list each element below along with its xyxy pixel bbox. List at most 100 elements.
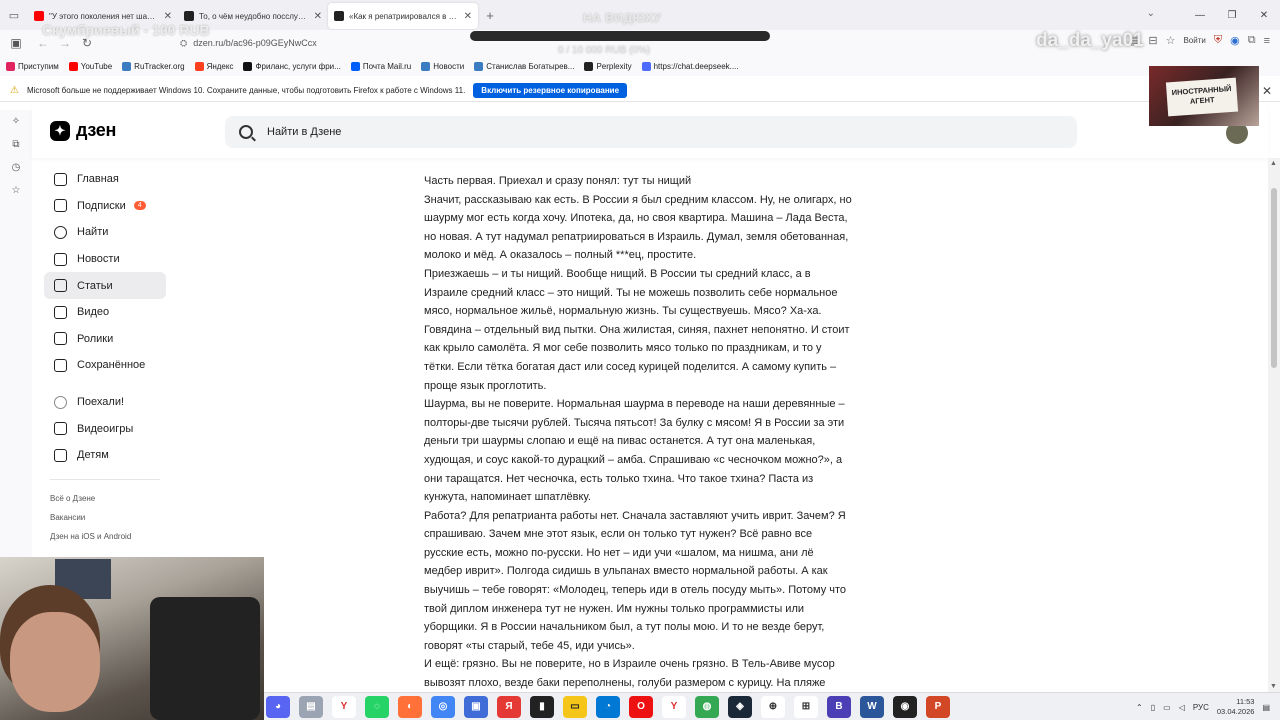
tray-usb-icon[interactable]: ▯ [1151, 703, 1155, 712]
tray-volume-icon[interactable]: ◁ [1179, 703, 1185, 712]
edge-icon[interactable]: ◔ [596, 695, 620, 718]
folder-icon[interactable]: ▭ [563, 695, 587, 718]
forward-icon[interactable]: → [54, 36, 76, 50]
article-body: Часть первая. Приехал и сразу понял: тут… [424, 150, 854, 693]
bookmark-icon [54, 358, 67, 372]
minimize-icon[interactable]: — [1184, 0, 1216, 30]
maximize-icon[interactable]: ❐ [1216, 0, 1248, 30]
article-paragraph: Значит, рассказываю как есть. В России я… [424, 193, 852, 262]
scroll-down-icon[interactable]: ▼ [1270, 683, 1277, 690]
extension-shield-icon[interactable]: ⛨ [1214, 34, 1222, 47]
enable-backup-button[interactable]: Включить резервное копирование [473, 83, 628, 98]
bookmark-item[interactable]: https://chat.deepseek.... [641, 61, 739, 71]
yandex-browser-icon[interactable]: Y [662, 695, 686, 718]
bookmarks-icon[interactable]: ☆ [12, 185, 21, 196]
ai-chat-icon[interactable]: ✧ [12, 116, 20, 127]
site-info-icon[interactable]: ⛭ [180, 38, 187, 49]
bookmark-item[interactable]: Станислав Богатырев... [474, 61, 574, 71]
extension-vpn-icon[interactable]: ◉ [1230, 34, 1240, 47]
close-tab-icon[interactable]: ✕ [314, 11, 322, 22]
file-explorer-icon[interactable]: ▤ [299, 695, 323, 718]
deepseek-icon [641, 61, 651, 71]
nav-item-shorts[interactable]: Ролики [44, 326, 166, 353]
bookmark-star-icon[interactable]: ☆ [1166, 34, 1176, 47]
nav-item-subscriptions[interactable]: Подписки 4 [44, 193, 166, 220]
rutracker-icon [122, 61, 132, 71]
chrome-icon[interactable]: ◎ [431, 695, 455, 718]
nav-item-poehali[interactable]: Поехали! [44, 389, 166, 416]
bookmark-item[interactable]: Perplexity [584, 61, 632, 71]
discord-icon[interactable]: ◕ [266, 695, 290, 718]
sidebar-toggle-icon[interactable]: ▣ [0, 36, 32, 50]
steam-icon[interactable]: ◈ [728, 695, 752, 718]
scroll-up-icon[interactable]: ▲ [1270, 160, 1277, 167]
close-tab-icon[interactable]: ✕ [164, 11, 172, 22]
history-icon[interactable]: ◷ [12, 162, 21, 173]
kwork-icon [243, 61, 253, 71]
reload-icon[interactable]: ↻ [76, 36, 98, 50]
tray-language[interactable]: РУС [1193, 703, 1209, 712]
bookmark-item[interactable]: Почта Mail.ru [350, 61, 411, 71]
opera-icon[interactable]: O [629, 695, 653, 718]
bookmark-item[interactable]: YouTube [68, 61, 112, 71]
webcam-overlay [0, 557, 264, 720]
obs-icon[interactable]: ◉ [893, 695, 917, 718]
bookmark-item[interactable]: Приступим [6, 61, 59, 71]
dzen-favicon-icon [184, 11, 194, 21]
tray-network-icon[interactable]: ▭ [1163, 703, 1171, 712]
close-tab-icon[interactable]: ✕ [464, 11, 472, 22]
tab-title: «Как я репатриировался в Изр... [349, 11, 459, 21]
search-input[interactable]: Найти в Дзене [225, 116, 1077, 148]
tab-title: То, о чём неудобно посслужб... [199, 11, 309, 21]
chrome-alt-icon[interactable]: ◍ [695, 695, 719, 718]
app-icon[interactable]: ⊞ [794, 695, 818, 718]
nav-item-saved[interactable]: Сохранённое [44, 352, 166, 379]
vpn-globe-icon[interactable]: ⊕ [761, 695, 785, 718]
bookmark-item[interactable]: Фриланс, услуги фри... [243, 61, 341, 71]
back-icon[interactable]: ← [32, 36, 54, 50]
yandex-icon[interactable]: Я [497, 695, 521, 718]
bookmark-item[interactable]: Новости [421, 61, 464, 71]
foreign-agent-sign-image: ИНОСТРАННЫЙ АГЕНТ [1149, 66, 1259, 126]
footer-link[interactable]: Всё о Дзене [44, 490, 166, 509]
dzen-logo[interactable]: ✦ дзен [50, 120, 116, 141]
nav-item-articles[interactable]: Статьи [44, 272, 166, 299]
close-notification-icon[interactable]: ✕ [1262, 84, 1272, 98]
tray-clock[interactable]: 11:53 03.04.2026 [1217, 697, 1255, 717]
page-scrollbar[interactable]: ▲ ▼ [1268, 158, 1280, 692]
bookmark-item[interactable]: Яндекс [194, 61, 233, 71]
nav-item-video[interactable]: Видео [44, 299, 166, 326]
new-tab-icon[interactable]: + [478, 8, 502, 23]
footer-link[interactable]: Вакансии [44, 508, 166, 527]
nav-item-videogames[interactable]: Видеоигры [44, 415, 166, 442]
chevron-down-icon[interactable]: ⌄ [1147, 8, 1155, 19]
menu-icon[interactable]: ≡ [1264, 35, 1270, 47]
nav-item-news[interactable]: Новости [44, 246, 166, 273]
login-button[interactable]: Войти [1183, 36, 1205, 45]
close-window-icon[interactable]: ✕ [1248, 0, 1280, 30]
nav-item-search[interactable]: Найти [44, 219, 166, 246]
yandex-browser-icon[interactable]: Y [332, 695, 356, 718]
bookmark-item[interactable]: RuTracker.org [122, 61, 185, 71]
browser-tab-active[interactable]: «Как я репатриировался в Изр... ✕ [328, 3, 478, 29]
last-donation-label: Скумбриевый - 100 RUB [42, 22, 210, 38]
whatsapp-icon[interactable]: ◌ [365, 695, 389, 718]
app-icon[interactable]: B [827, 695, 851, 718]
tab-list-icon[interactable]: ▭ [0, 0, 28, 30]
kids-icon [54, 448, 67, 462]
article-paragraph: Приезжаешь – и ты нищий. Вообще нищий. В… [424, 267, 850, 392]
synced-tabs-icon[interactable]: ⧉ [12, 139, 19, 150]
tray-chevron-up-icon[interactable]: ⌃ [1136, 703, 1143, 712]
scrollbar-thumb[interactable] [1271, 188, 1277, 368]
terminal-icon[interactable]: ▮ [530, 695, 554, 718]
powerpoint-icon[interactable]: P [926, 695, 950, 718]
word-icon[interactable]: W [860, 695, 884, 718]
notifications-icon[interactable]: ▤ [1262, 703, 1270, 712]
app-icon[interactable]: ▣ [464, 695, 488, 718]
footer-link[interactable]: Дзен на iOS и Android [44, 527, 166, 546]
pocket-icon[interactable]: ⊟ [1148, 34, 1157, 47]
nav-item-home[interactable]: Главная [44, 166, 166, 193]
firefox-icon[interactable]: ◐ [398, 695, 422, 718]
extensions-icon[interactable]: ⧉ [1248, 34, 1256, 47]
nav-item-kids[interactable]: Детям [44, 442, 166, 469]
